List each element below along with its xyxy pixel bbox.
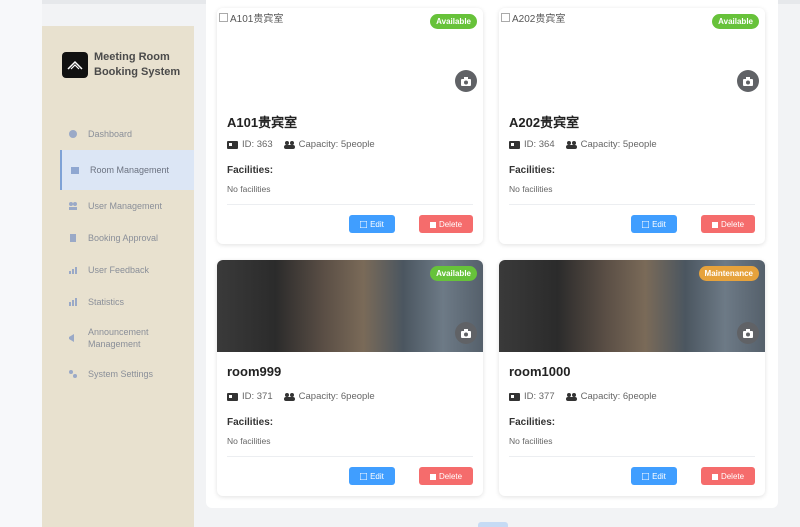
sidebar-item-label: Announcement Management: [88, 327, 149, 349]
divider: [509, 204, 755, 205]
brand-logo-icon: [62, 52, 88, 78]
pagination-hint[interactable]: [478, 522, 508, 527]
people-icon: [565, 393, 577, 401]
camera-icon[interactable]: [737, 70, 759, 92]
delete-button[interactable]: Delete: [419, 215, 473, 233]
room-name: A101贵宾室: [227, 115, 298, 130]
camera-icon[interactable]: [737, 322, 759, 344]
camera-icon[interactable]: [455, 70, 477, 92]
image-alt-text: A101贵宾室: [219, 10, 283, 25]
sidebar-item-label: Statistics: [88, 297, 125, 307]
room-capacity: Capacity: 6people: [298, 391, 375, 402]
image-alt-text: A202贵宾室: [501, 10, 565, 25]
sidebar-item-label: User Management: [88, 201, 163, 211]
room-card: A101贵宾室 Available A101贵宾室 ID: 363 Capaci…: [217, 8, 483, 244]
status-badge: Maintenance: [698, 266, 759, 281]
feedback-icon: [68, 265, 78, 275]
delete-button[interactable]: Delete: [419, 467, 473, 485]
edit-button[interactable]: Edit: [349, 467, 395, 485]
edit-button[interactable]: Edit: [631, 215, 677, 233]
sidebar-item-user-management[interactable]: User Management: [60, 190, 194, 222]
id-card-icon: [227, 392, 238, 401]
room-card: Available room999 ID: 371 Capacity: 6peo…: [217, 260, 483, 496]
room-meta: ID: 363 Capacity: 5people: [227, 139, 385, 150]
facilities-label: Facilities:: [509, 417, 556, 428]
trash-icon: [711, 221, 718, 228]
people-icon: [565, 141, 577, 149]
delete-button[interactable]: Delete: [701, 467, 755, 485]
trash-icon: [429, 221, 436, 228]
trash-icon: [429, 473, 436, 480]
room-name: room999: [227, 364, 282, 379]
edit-button[interactable]: Edit: [349, 215, 395, 233]
edit-icon: [642, 220, 650, 228]
sidebar: Meeting Room Booking System Dashboard Ro…: [42, 26, 194, 527]
id-card-icon: [227, 140, 238, 149]
facilities-value: No facilities: [509, 184, 553, 194]
facilities-value: No facilities: [227, 436, 271, 446]
brand-title: Meeting Room Booking System: [94, 51, 181, 78]
people-icon: [283, 141, 295, 149]
facilities-label: Facilities:: [227, 417, 274, 428]
edit-icon: [360, 472, 368, 480]
sidebar-nav: Dashboard Room Management User Managemen…: [60, 118, 194, 390]
sidebar-item-label: Room Management: [90, 165, 170, 175]
dashboard-icon: [68, 129, 78, 139]
divider: [509, 456, 755, 457]
room-capacity: Capacity: 6people: [580, 391, 657, 402]
sidebar-item-label: Dashboard: [88, 129, 133, 139]
sidebar-item-system-settings[interactable]: System Settings: [60, 358, 194, 390]
room-id: ID: 371: [242, 391, 273, 402]
room-meta: ID: 371 Capacity: 6people: [227, 391, 385, 402]
room-meta: ID: 364 Capacity: 5people: [509, 139, 667, 150]
room-name: room1000: [509, 364, 571, 379]
sidebar-item-user-feedback[interactable]: User Feedback: [60, 254, 194, 286]
camera-icon[interactable]: [455, 322, 477, 344]
room-id: ID: 377: [524, 391, 555, 402]
room-icon: [70, 165, 80, 175]
room-capacity: Capacity: 5people: [580, 139, 657, 150]
sidebar-item-label: User Feedback: [88, 265, 150, 275]
room-name: A202贵宾室: [509, 115, 580, 130]
trash-icon: [711, 473, 718, 480]
brand: Meeting Room Booking System: [62, 50, 192, 80]
divider: [227, 456, 473, 457]
users-icon: [68, 201, 78, 211]
status-badge: Available: [430, 14, 477, 29]
delete-button[interactable]: Delete: [701, 215, 755, 233]
id-card-icon: [509, 140, 520, 149]
sidebar-item-statistics[interactable]: Statistics: [60, 286, 194, 318]
facilities-value: No facilities: [227, 184, 271, 194]
edit-icon: [360, 220, 368, 228]
sidebar-item-label: Booking Approval: [88, 233, 159, 243]
edit-button[interactable]: Edit: [631, 467, 677, 485]
room-id: ID: 363: [242, 139, 273, 150]
edit-icon: [642, 472, 650, 480]
id-card-icon: [509, 392, 520, 401]
room-grid: A101贵宾室 Available A101贵宾室 ID: 363 Capaci…: [206, 0, 778, 508]
sidebar-item-dashboard[interactable]: Dashboard: [60, 118, 194, 150]
sidebar-item-announcement-management[interactable]: Announcement Management: [60, 318, 194, 358]
clipboard-icon: [68, 233, 78, 243]
status-badge: Available: [712, 14, 759, 29]
room-meta: ID: 377 Capacity: 6people: [509, 391, 667, 402]
sidebar-item-room-management[interactable]: Room Management: [60, 150, 194, 190]
facilities-value: No facilities: [509, 436, 553, 446]
facilities-label: Facilities:: [227, 165, 274, 176]
facilities-label: Facilities:: [509, 165, 556, 176]
left-gutter: [0, 0, 42, 527]
divider: [227, 204, 473, 205]
sidebar-item-label: System Settings: [88, 369, 154, 379]
status-badge: Available: [430, 266, 477, 281]
room-card: Maintenance room1000 ID: 377 Capacity: 6…: [499, 260, 765, 496]
room-card: A202贵宾室 Available A202贵宾室 ID: 364 Capaci…: [499, 8, 765, 244]
sidebar-item-booking-approval[interactable]: Booking Approval: [60, 222, 194, 254]
people-icon: [283, 393, 295, 401]
megaphone-icon: [68, 333, 78, 343]
room-id: ID: 364: [524, 139, 555, 150]
chart-icon: [68, 297, 78, 307]
room-capacity: Capacity: 5people: [298, 139, 375, 150]
settings-icon: [68, 369, 78, 379]
